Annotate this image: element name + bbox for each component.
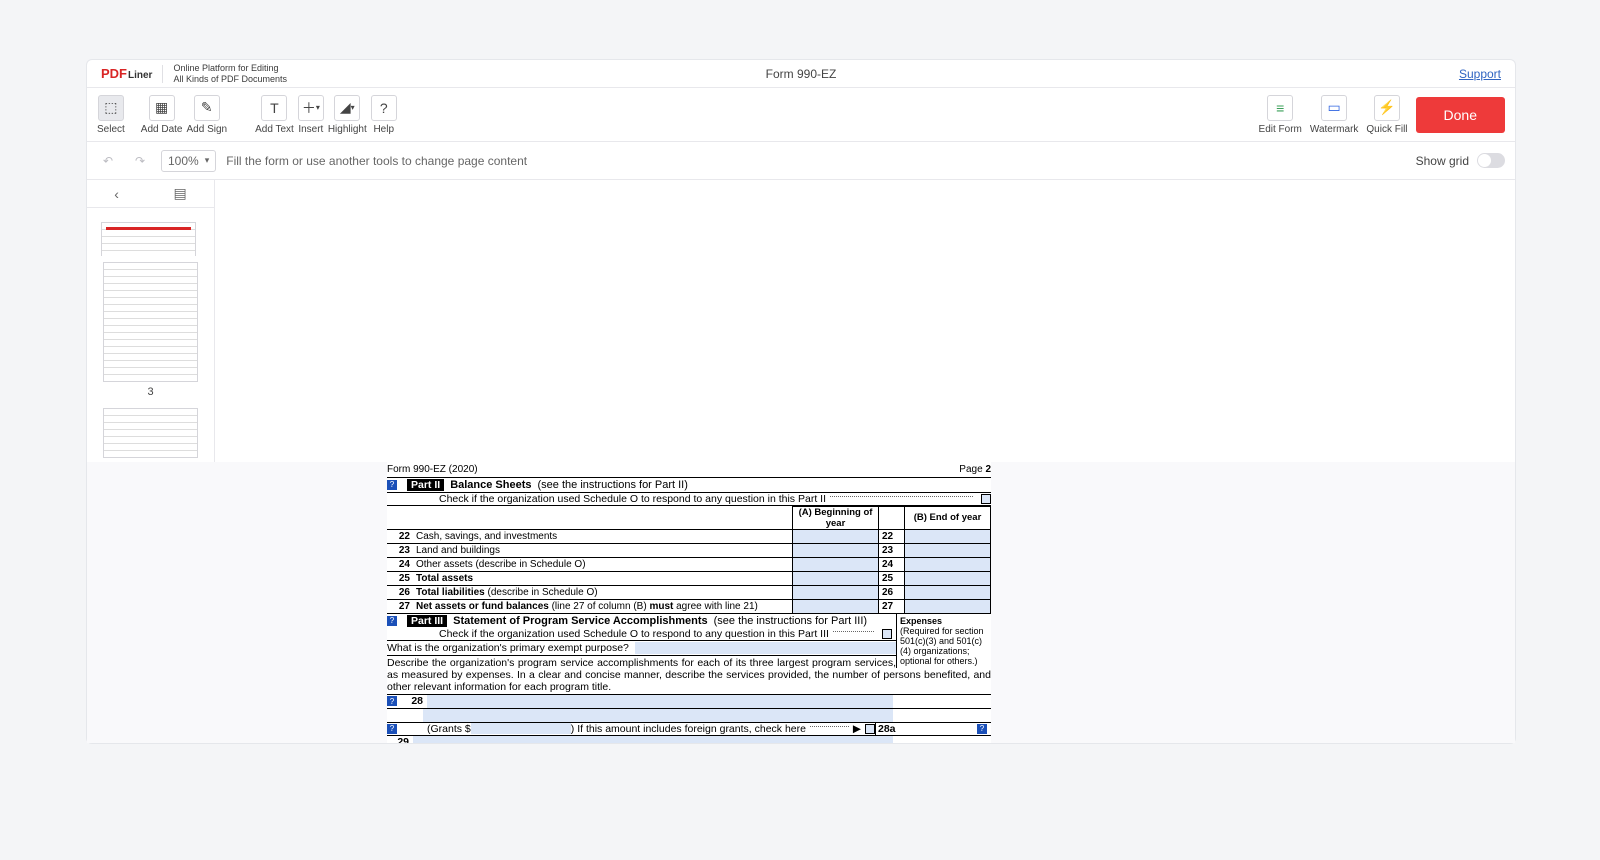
field-22a[interactable]: [793, 529, 879, 543]
help-icon[interactable]: ?: [387, 696, 397, 706]
field-25a[interactable]: [793, 571, 879, 585]
divider: [162, 65, 163, 83]
hint-text: Fill the form or use another tools to ch…: [226, 154, 527, 168]
back-icon[interactable]: ‹: [114, 186, 119, 202]
watermark-icon: ▭: [1321, 95, 1347, 121]
insert-tool[interactable]: ＋ ▾ Insert: [298, 95, 324, 135]
part-3-header: ? Part III Statement of Program Service …: [387, 614, 896, 628]
page-thumb-4[interactable]: [103, 408, 198, 458]
field-24b[interactable]: [905, 557, 991, 571]
field-28-desc-1[interactable]: [427, 695, 893, 708]
edit-form-button[interactable]: ≡ Edit Form: [1259, 95, 1302, 135]
show-grid-toggle[interactable]: [1477, 153, 1505, 168]
form-id: Form 990-EZ (2020): [387, 464, 478, 475]
header-bar: PDF Liner Online Platform for Editing Al…: [87, 60, 1515, 88]
calendar-icon: ▦: [149, 95, 175, 121]
document-title: Form 990-EZ: [766, 67, 837, 81]
undo-button[interactable]: ↶: [97, 150, 119, 172]
logo: PDF Liner: [101, 66, 152, 81]
cursor-icon: ⬚: [98, 95, 124, 121]
show-grid-label: Show grid: [1416, 154, 1469, 168]
help-icon[interactable]: ?: [387, 480, 397, 490]
page-list-icon[interactable]: ▤: [173, 185, 186, 202]
workspace: ‹ ▤ 1 2 <, div class="thumb" data-name="…: [87, 180, 1515, 462]
thumbnail-list[interactable]: 1 2 <, div class="thumb" data-name="page…: [87, 208, 214, 256]
sub-toolbar: ↶ ↷ 100% ▾ Fill the form or use another …: [87, 142, 1515, 180]
logo-pdf: PDF: [101, 66, 127, 81]
form-icon: ≡: [1267, 95, 1293, 121]
logo-liner: Liner: [128, 70, 152, 81]
field-27a[interactable]: [793, 599, 879, 613]
help-tool[interactable]: ? Help: [371, 95, 397, 135]
question-icon: ?: [371, 95, 397, 121]
field-27b[interactable]: [905, 599, 991, 613]
field-22b[interactable]: [905, 529, 991, 543]
help-icon[interactable]: ?: [387, 616, 397, 626]
field-24a[interactable]: [793, 557, 879, 571]
redo-button[interactable]: ↷: [129, 150, 151, 172]
field-29-desc-1[interactable]: [413, 736, 893, 744]
field-26b[interactable]: [905, 585, 991, 599]
signature-icon: ✎: [194, 95, 220, 121]
page-canvas[interactable]: Form 990-EZ (2020) Page 2 ? Part II Bala…: [87, 462, 1515, 744]
field-26a[interactable]: [793, 585, 879, 599]
field-28-desc-2[interactable]: [423, 709, 893, 722]
part-2-header: ? Part II Balance Sheets (see the instru…: [387, 478, 991, 493]
expenses-sidebar: Expenses (Required for section 501(c)(3)…: [896, 614, 991, 668]
add-text-tool[interactable]: T Add Text: [255, 95, 294, 135]
field-28-foreign-check[interactable]: [865, 724, 875, 734]
pdf-page: Form 990-EZ (2020) Page 2 ? Part II Bala…: [387, 462, 991, 744]
field-23b[interactable]: [905, 543, 991, 557]
tagline: Online Platform for Editing All Kinds of…: [173, 63, 287, 85]
field-28-grants[interactable]: [471, 723, 571, 734]
thumbnail-sidebar: ‹ ▤ 1 2 <, div class="thumb" data-name="…: [87, 180, 215, 462]
highlight-tool[interactable]: ◢ ▾ Highlight: [328, 95, 367, 135]
done-button[interactable]: Done: [1416, 97, 1505, 133]
help-icon[interactable]: ?: [387, 724, 397, 734]
balance-sheet-table: (A) Beginning of year(B) End of year 22C…: [387, 506, 991, 614]
help-icon[interactable]: ?: [977, 724, 987, 734]
page-thumb-3[interactable]: [103, 262, 198, 382]
zoom-select[interactable]: 100% ▾: [161, 150, 216, 172]
highlighter-icon: ◢ ▾: [334, 95, 360, 121]
watermark-button[interactable]: ▭ Watermark: [1310, 95, 1359, 135]
add-sign-tool[interactable]: ✎ Add Sign: [187, 95, 228, 135]
chevron-down-icon: ▾: [205, 155, 210, 166]
add-date-tool[interactable]: ▦ Add Date: [141, 95, 183, 135]
plus-icon: ＋ ▾: [298, 95, 324, 121]
bolt-icon: ⚡: [1374, 95, 1400, 121]
field-23a[interactable]: [793, 543, 879, 557]
select-tool[interactable]: ⬚ Select: [97, 95, 125, 135]
field-25b[interactable]: [905, 571, 991, 585]
quick-fill-button[interactable]: ⚡ Quick Fill: [1366, 95, 1407, 135]
part2-schedule-o-checkbox[interactable]: [981, 494, 991, 504]
page-thumb-1[interactable]: [101, 222, 196, 256]
app-window: PDF Liner Online Platform for Editing Al…: [86, 59, 1516, 744]
text-icon: T: [261, 95, 287, 121]
support-link[interactable]: Support: [1459, 67, 1501, 81]
part3-schedule-o-checkbox[interactable]: [882, 629, 892, 639]
main-toolbar: ⬚ Select ▦ Add Date ✎ Add Sign T Add Tex…: [87, 88, 1515, 142]
exempt-purpose-field[interactable]: [635, 642, 896, 654]
